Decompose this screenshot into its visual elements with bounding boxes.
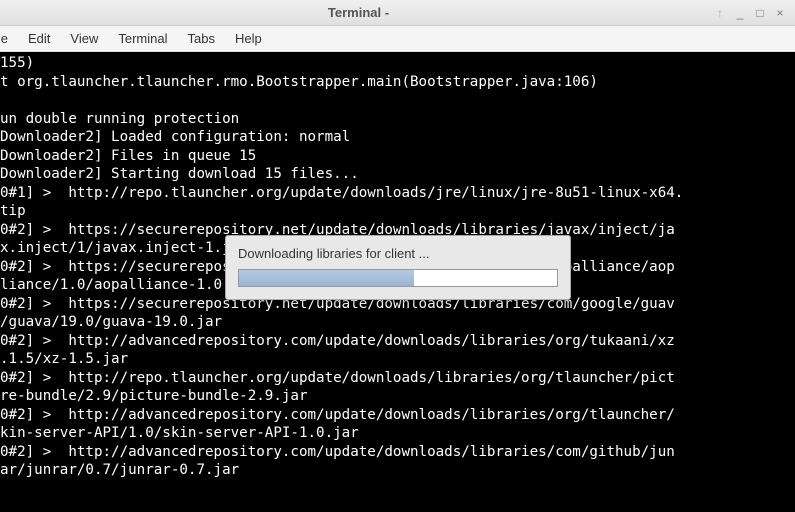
menu-edit[interactable]: Edit <box>18 26 60 51</box>
window-title: Terminal - <box>0 5 717 20</box>
menu-help[interactable]: Help <box>225 26 272 51</box>
menu-file[interactable]: e <box>0 26 18 51</box>
progress-bar <box>238 269 558 287</box>
window-controls: _ □ × <box>733 6 795 20</box>
download-dialog: Downloading libraries for client ... <box>225 235 571 300</box>
minimize-button[interactable]: _ <box>733 6 747 20</box>
menu-view[interactable]: View <box>60 26 108 51</box>
close-button[interactable]: × <box>773 6 787 20</box>
menubar: e Edit View Terminal Tabs Help <box>0 26 795 52</box>
titlebar: Terminal - ↑ _ □ × <box>0 0 795 26</box>
dialog-label: Downloading libraries for client ... <box>238 246 558 261</box>
maximize-button[interactable]: □ <box>753 6 767 20</box>
menu-tabs[interactable]: Tabs <box>177 26 224 51</box>
up-arrow-icon[interactable]: ↑ <box>717 6 723 20</box>
progress-bar-fill <box>239 270 414 286</box>
menu-terminal[interactable]: Terminal <box>108 26 177 51</box>
